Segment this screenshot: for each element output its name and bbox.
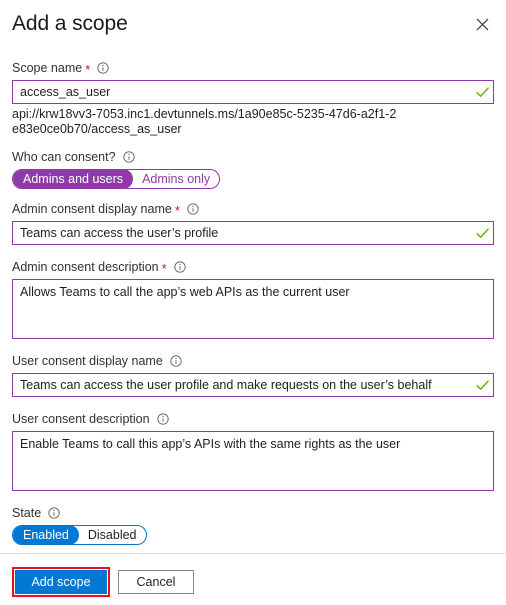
scope-name-input[interactable] <box>13 81 471 103</box>
field-who-can-consent: Who can consent? Admins and users Admins… <box>12 149 494 189</box>
user-consent-description-wrap[interactable] <box>12 431 494 491</box>
info-icon[interactable] <box>187 203 199 215</box>
state-toggle[interactable]: Enabled Disabled <box>12 525 147 545</box>
cancel-button[interactable]: Cancel <box>118 570 194 594</box>
scope-name-input-wrap[interactable] <box>12 80 494 104</box>
who-can-consent-label-row: Who can consent? <box>12 149 494 165</box>
admin-consent-display-name-label: Admin consent display name <box>12 202 172 216</box>
required-asterisk: * <box>85 62 91 77</box>
user-consent-display-name-label-row: User consent display name <box>12 353 494 369</box>
admin-consent-display-name-label-row: Admin consent display name * <box>12 201 494 217</box>
page-title: Add a scope <box>12 12 128 35</box>
dialog-body: Scope name * api://krw18vv3-7053.inc1.de… <box>0 60 506 545</box>
info-icon[interactable] <box>156 413 169 425</box>
pill-enabled[interactable]: Enabled <box>13 526 79 544</box>
field-admin-consent-description: Admin consent description * <box>12 259 494 339</box>
user-consent-display-name-input-wrap[interactable] <box>12 373 494 397</box>
admin-consent-description-textarea[interactable] <box>13 280 493 338</box>
state-label-row: State <box>12 505 494 521</box>
dialog-footer: Add scope Cancel <box>0 554 506 605</box>
field-user-consent-description: User consent description <box>12 411 494 491</box>
user-consent-description-label-row: User consent description <box>12 411 494 427</box>
pill-admins-and-users[interactable]: Admins and users <box>13 170 134 188</box>
pill-disabled[interactable]: Disabled <box>79 526 146 544</box>
required-asterisk: * <box>174 203 180 218</box>
pill-admins-only[interactable]: Admins only <box>133 170 219 188</box>
user-consent-description-textarea[interactable] <box>13 432 493 490</box>
info-icon[interactable] <box>174 261 186 273</box>
checkmark-icon <box>471 227 493 239</box>
admin-consent-description-wrap[interactable] <box>12 279 494 339</box>
info-icon[interactable] <box>170 355 182 367</box>
close-icon-glyph <box>476 18 488 30</box>
who-can-consent-toggle[interactable]: Admins and users Admins only <box>12 169 221 189</box>
scope-name-label-row: Scope name * <box>12 60 494 76</box>
info-icon[interactable] <box>48 507 60 519</box>
checkmark-icon <box>471 86 493 98</box>
state-label: State <box>12 506 42 520</box>
info-icon[interactable] <box>97 62 109 74</box>
field-admin-consent-display-name: Admin consent display name * <box>12 201 494 245</box>
who-can-consent-label: Who can consent? <box>12 150 116 164</box>
admin-consent-display-name-input[interactable] <box>13 222 471 244</box>
required-asterisk: * <box>161 261 167 276</box>
scope-name-label: Scope name <box>12 61 83 75</box>
user-consent-display-name-label: User consent display name <box>12 354 163 368</box>
scope-uri-hint: api://krw18vv3-7053.inc1.devtunnels.ms/1… <box>12 107 397 136</box>
add-scope-button[interactable]: Add scope <box>15 570 107 594</box>
field-state: State Enabled Disabled <box>12 505 494 545</box>
admin-consent-display-name-input-wrap[interactable] <box>12 221 494 245</box>
add-scope-dialog: Add a scope Scope name * api: <box>0 0 506 605</box>
checkmark-icon <box>471 379 493 391</box>
field-user-consent-display-name: User consent display name <box>12 353 494 397</box>
admin-consent-description-label: Admin consent description <box>12 260 159 274</box>
info-icon[interactable] <box>122 151 135 163</box>
dialog-header: Add a scope <box>0 0 506 60</box>
user-consent-description-label: User consent description <box>12 412 150 426</box>
add-scope-highlight: Add scope <box>12 567 110 597</box>
admin-consent-description-label-row: Admin consent description * <box>12 259 494 275</box>
field-scope-name: Scope name * api://krw18vv3-7053.inc1.de… <box>12 60 494 137</box>
user-consent-display-name-input[interactable] <box>13 374 471 396</box>
close-icon[interactable] <box>468 10 496 38</box>
